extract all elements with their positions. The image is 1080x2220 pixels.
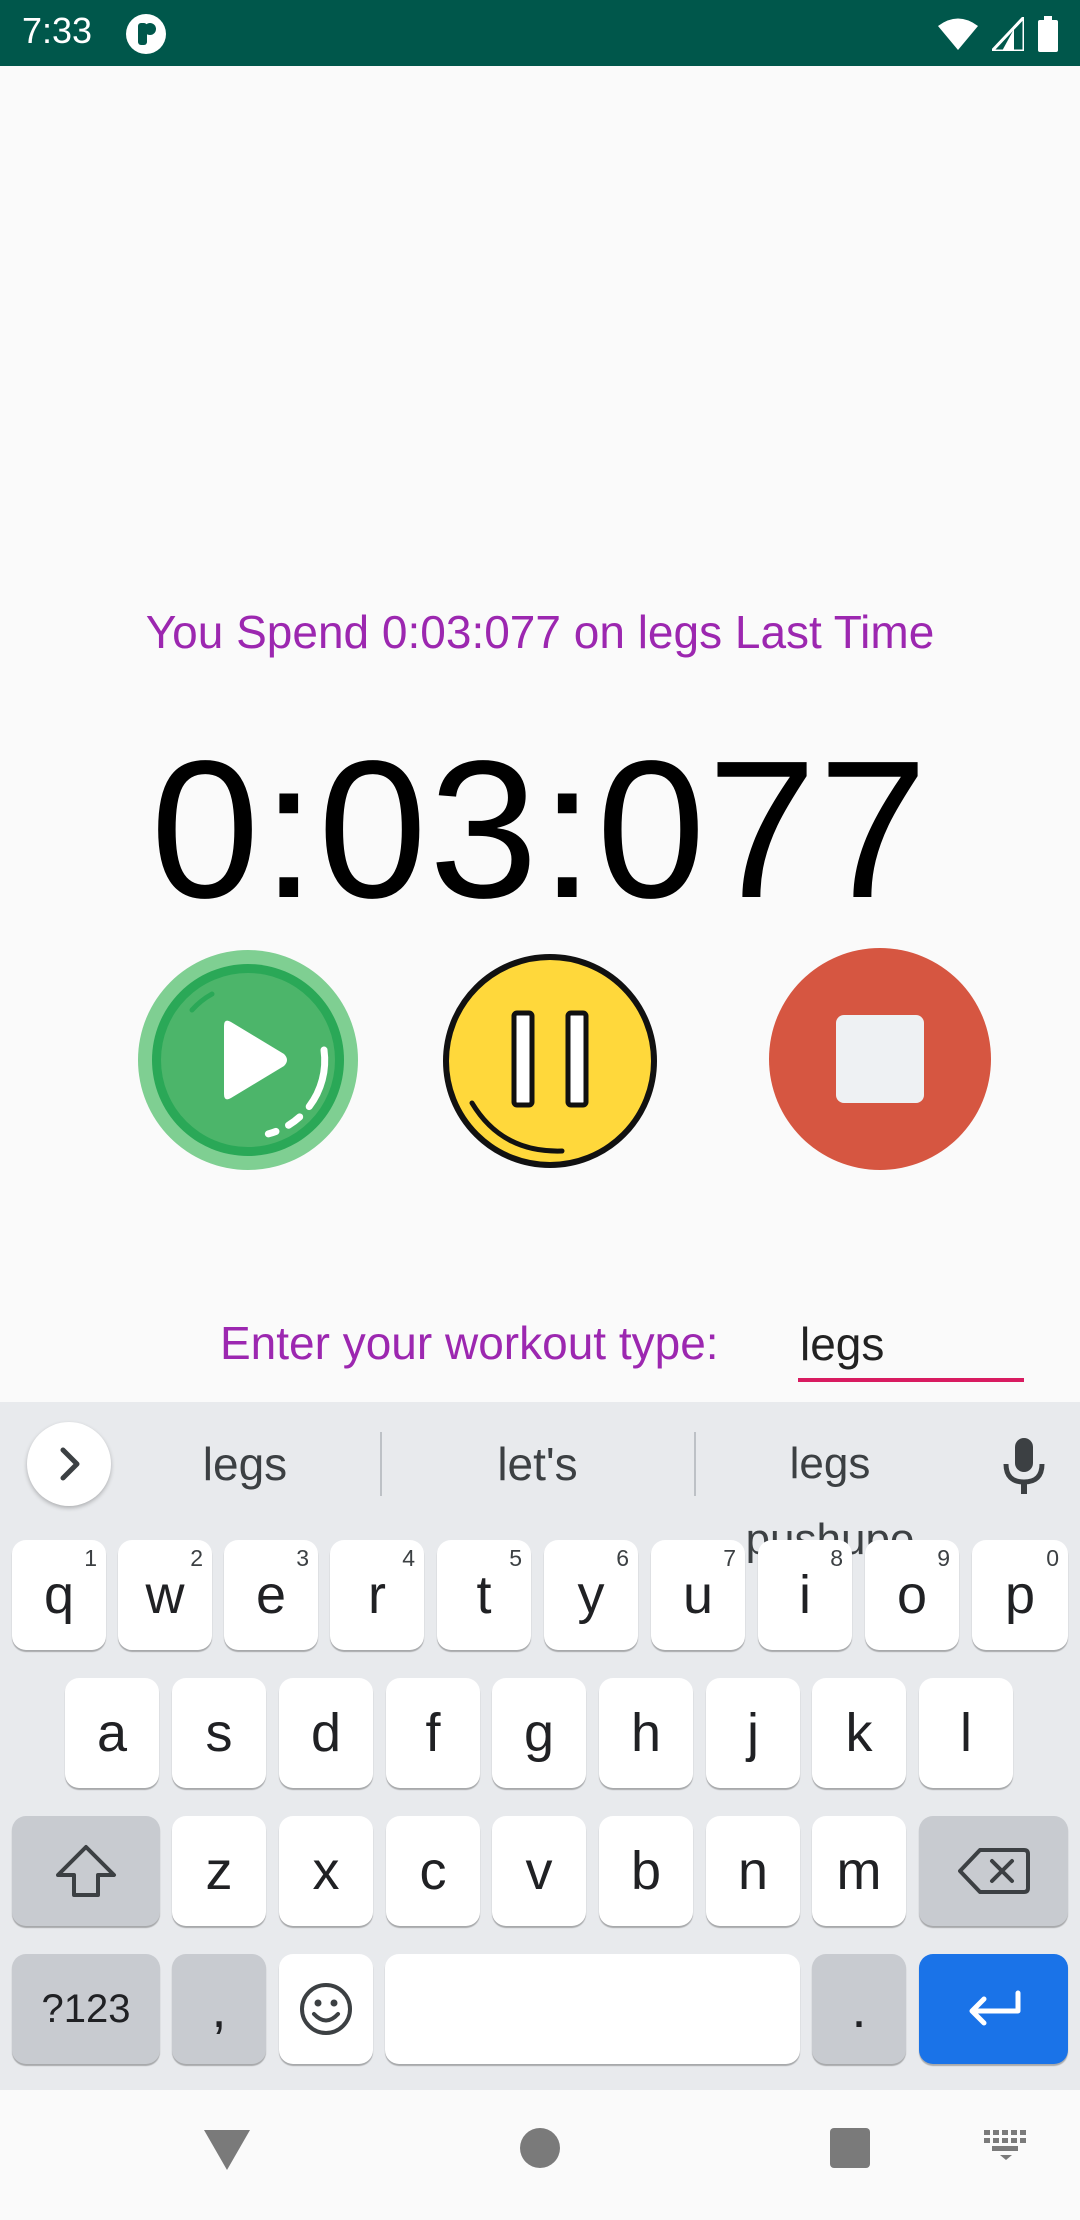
comma-key[interactable]: , [172, 1954, 266, 2064]
key-n[interactable]: n [706, 1816, 800, 1926]
last-time-message: You Spend 0:03:077 on legs Last Time [145, 606, 935, 658]
home-icon[interactable] [520, 2128, 560, 2168]
key-y[interactable]: y6 [544, 1540, 638, 1650]
key-v[interactable]: v [492, 1816, 586, 1926]
key-g[interactable]: g [492, 1678, 586, 1788]
key-x[interactable]: x [279, 1816, 373, 1926]
key-t[interactable]: t5 [437, 1540, 531, 1650]
key-z[interactable]: z [172, 1816, 266, 1926]
play-icon [138, 950, 358, 1170]
key-k[interactable]: k [812, 1678, 906, 1788]
chevron-right-icon [60, 1447, 80, 1481]
backspace-icon [957, 1848, 1030, 1894]
key-q[interactable]: q1 [12, 1540, 106, 1650]
emoji-icon [300, 1983, 352, 2035]
workout-type-label: Enter your workout type: [220, 1317, 719, 1369]
mic-icon[interactable] [996, 1436, 1052, 1496]
shift-key[interactable] [12, 1816, 160, 1926]
emoji-key[interactable] [279, 1954, 373, 2064]
key-o[interactable]: o9 [865, 1540, 959, 1650]
key-l[interactable]: l [919, 1678, 1013, 1788]
key-j[interactable]: j [706, 1678, 800, 1788]
key-c[interactable]: c [386, 1816, 480, 1926]
key-r[interactable]: r4 [330, 1540, 424, 1650]
enter-icon [969, 1990, 1020, 2026]
enter-key[interactable] [919, 1954, 1068, 2064]
play-button[interactable] [138, 950, 358, 1170]
suggestion-bar: legs let's legs pushupo [0, 1402, 1080, 1564]
status-icons [938, 14, 1058, 54]
period-key[interactable]: . [812, 1954, 906, 2064]
key-m[interactable]: m [812, 1816, 906, 1926]
suggestion-1[interactable]: legs [130, 1426, 360, 1502]
backspace-key[interactable] [919, 1816, 1068, 1926]
pause-button[interactable] [442, 953, 658, 1169]
key-s[interactable]: s [172, 1678, 266, 1788]
timer-display: 0:03:077 [150, 720, 930, 939]
key-i[interactable]: i8 [758, 1540, 852, 1650]
wifi-icon [938, 18, 978, 50]
suggestion-3[interactable]: legs pushupo [700, 1426, 960, 1564]
key-w[interactable]: w2 [118, 1540, 212, 1650]
suggestion-2[interactable]: let's [385, 1426, 690, 1502]
keyboard-switch-icon[interactable] [984, 2130, 1028, 2160]
stop-button[interactable] [769, 948, 991, 1170]
key-f[interactable]: f [386, 1678, 480, 1788]
navigation-bar [0, 2090, 1080, 2220]
app-notification-icon [126, 14, 166, 54]
key-e[interactable]: e3 [224, 1540, 318, 1650]
status-bar: 7:33 [0, 0, 1080, 66]
suggestion-divider [380, 1432, 382, 1496]
space-key[interactable] [385, 1954, 800, 2064]
stop-icon [769, 948, 991, 1170]
key-b[interactable]: b [599, 1816, 693, 1926]
shift-icon [56, 1845, 116, 1897]
cell-signal-icon [992, 17, 1024, 51]
back-icon[interactable] [204, 2130, 250, 2170]
key-u[interactable]: u7 [651, 1540, 745, 1650]
suggestion-divider [694, 1432, 696, 1496]
suggestion-expand-button[interactable] [27, 1422, 111, 1506]
status-time: 7:33 [22, 10, 93, 51]
battery-icon [1038, 16, 1058, 52]
recents-icon[interactable] [830, 2128, 870, 2168]
key-a[interactable]: a [65, 1678, 159, 1788]
symbols-key[interactable]: ?123 [12, 1954, 160, 2064]
key-h[interactable]: h [599, 1678, 693, 1788]
key-p[interactable]: p0 [972, 1540, 1068, 1650]
workout-type-input[interactable] [798, 1310, 1024, 1382]
key-d[interactable]: d [279, 1678, 373, 1788]
pause-icon [443, 954, 657, 1168]
soft-keyboard: legs let's legs pushupo q1 w2 e3 r4 t5 y… [0, 1402, 1080, 2090]
